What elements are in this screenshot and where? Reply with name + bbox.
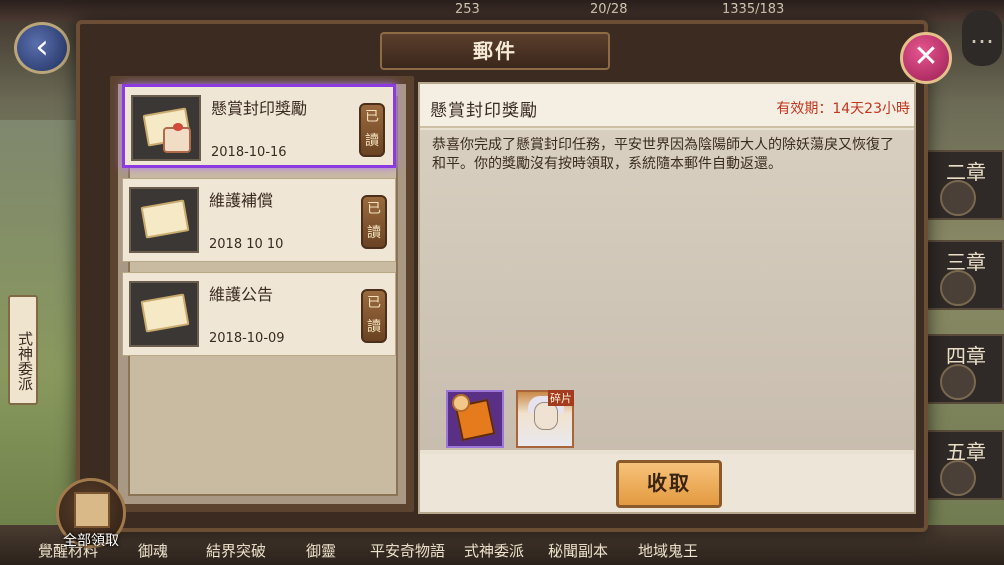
detail-header: 懸賞封印獎勵 有效期：14天23小時 [420, 84, 914, 128]
nav-dispatch[interactable]: 式神委派 [464, 540, 524, 561]
mail-date: 2018-10-09 [209, 331, 285, 346]
modal-title: 郵件 [473, 39, 517, 63]
read-status-char: 讀 [365, 133, 379, 149]
mail-title: 維護公告 [209, 285, 274, 304]
mail-title: 維護補償 [209, 191, 274, 210]
claim-all-label: 全部領取 [63, 533, 119, 549]
read-status-char: 讀 [367, 225, 381, 241]
fragment-badge: 碎片 [548, 390, 574, 406]
close-icon[interactable]: ✕ [900, 32, 952, 84]
mail-modal: 郵件 懸賞封印獎勵 2018-10-16 已 讀 維護補償 2018 10 10… [76, 20, 928, 532]
mail-item[interactable]: 維護公告 2018-10-09 已 讀 [122, 272, 396, 356]
mail-item[interactable]: 懸賞封印獎勵 2018-10-16 已 讀 [122, 84, 396, 168]
lock-icon [940, 270, 976, 306]
read-status-tag: 已 讀 [361, 289, 387, 343]
mail-detail-pane: 懸賞封印獎勵 有效期：14天23小時 恭喜你完成了懸賞封印任務，平安世界因為陰陽… [418, 82, 916, 514]
detail-footer: 收取 [420, 454, 914, 512]
read-status-tag: 已 讀 [359, 103, 385, 157]
talisman-card-icon[interactable] [446, 390, 504, 448]
mail-body-text: 恭喜你完成了懸賞封印任務，平安世界因為陰陽師大人的除妖蕩戾又恢復了和平。你的獎勵… [432, 137, 894, 172]
gift-envelope-icon [131, 95, 201, 161]
resource-stat-1: 253 [455, 2, 480, 17]
mail-date: 2018 10 10 [209, 237, 284, 252]
read-status-char: 已 [367, 295, 381, 311]
face-shape [534, 402, 558, 430]
mail-title: 懸賞封印獎勵 [211, 99, 308, 118]
claim-button[interactable]: 收取 [616, 460, 722, 508]
top-resource-bar: 253 20/28 1335/183 [0, 0, 1004, 22]
nav-heian-tales[interactable]: 平安奇物語 [370, 540, 445, 561]
gift-box-icon [74, 492, 110, 528]
detail-title: 懸賞封印獎勵 [430, 101, 538, 121]
nav-realm-raid[interactable]: 結界突破 [206, 540, 266, 561]
chapter-two-tile[interactable]: 二章 [924, 150, 1004, 220]
shikigami-dispatch-banner[interactable]: 式神委派 [8, 295, 38, 405]
orb-shape [452, 394, 470, 412]
gift-box-shape [163, 123, 191, 153]
claim-all-button[interactable]: 全部領取 [52, 478, 130, 558]
mail-item[interactable]: 維護補償 2018 10 10 已 讀 [122, 178, 396, 262]
envelope-shape [140, 199, 190, 239]
chapter-five-tile[interactable]: 五章 [924, 430, 1004, 500]
chat-bubble-icon[interactable]: … [962, 10, 1002, 66]
nav-spirit[interactable]: 御靈 [306, 540, 336, 561]
modal-header: 郵件 [380, 32, 610, 70]
nav-soul[interactable]: 御魂 [138, 540, 168, 561]
resource-stat-2: 20/28 [590, 2, 628, 17]
read-status-char: 讀 [367, 319, 381, 335]
resource-stat-3: 1335/183 [722, 2, 785, 17]
chapter-three-tile[interactable]: 三章 [924, 240, 1004, 310]
shikigami-fragment-icon[interactable]: 碎片 [516, 390, 574, 448]
envelope-icon [129, 281, 199, 347]
lock-icon [940, 460, 976, 496]
mail-list-pane: 懸賞封印獎勵 2018-10-16 已 讀 維護補償 2018 10 10 已 … [110, 76, 414, 512]
envelope-shape [140, 293, 190, 333]
mail-date: 2018-10-16 [211, 145, 287, 160]
read-status-char: 已 [367, 201, 381, 217]
chapter-four-tile[interactable]: 四章 [924, 334, 1004, 404]
detail-body[interactable]: 恭喜你完成了懸賞封印任務，平安世界因為陰陽師大人的除妖蕩戾又恢復了和平。你的獎勵… [420, 130, 914, 450]
lock-icon [940, 364, 976, 400]
lock-icon [940, 180, 976, 216]
validity-text: 有效期：14天23小時 [776, 101, 910, 117]
nav-demon-king[interactable]: 地域鬼王 [638, 540, 698, 561]
read-status-tag: 已 讀 [361, 195, 387, 249]
back-arrow-icon[interactable]: ‹ [14, 22, 70, 74]
envelope-icon [129, 187, 199, 253]
nav-secret-zone[interactable]: 秘聞副本 [548, 540, 608, 561]
read-status-char: 已 [365, 109, 379, 125]
